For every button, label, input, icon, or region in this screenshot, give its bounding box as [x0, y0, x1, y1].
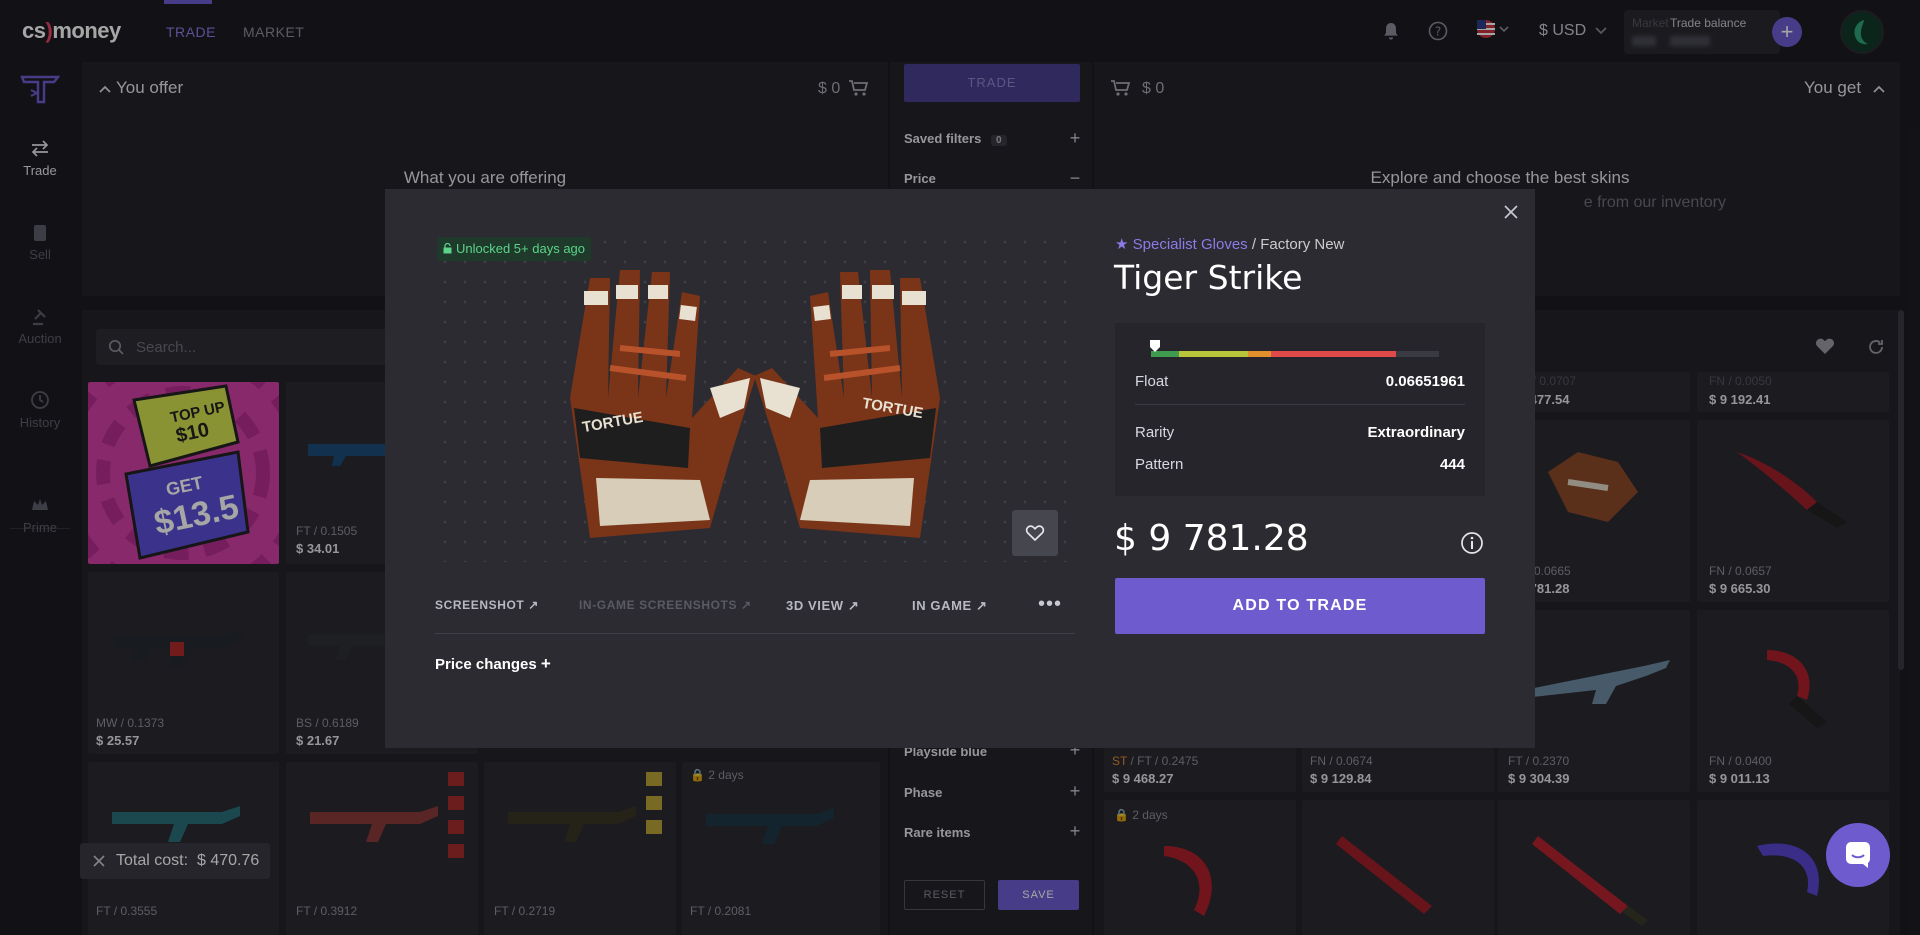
support-chat-button[interactable]	[1826, 823, 1890, 887]
more-options-icon[interactable]: •••	[1038, 593, 1062, 616]
rarity-label: Rarity	[1135, 424, 1175, 441]
lock-open-icon	[443, 243, 452, 254]
in-game-link[interactable]: IN GAME ↗	[912, 598, 988, 614]
star-icon: ★	[1115, 236, 1129, 253]
3d-view-link[interactable]: 3D VIEW ↗	[786, 598, 859, 614]
screenshot-link[interactable]: SCREENSHOT ↗	[435, 598, 539, 612]
float-label: Float	[1135, 373, 1169, 390]
item-condition: Factory New	[1260, 236, 1345, 253]
info-icon[interactable]	[1460, 531, 1484, 555]
float-marker-icon	[1150, 340, 1160, 352]
item-stats-box: Float 0.06651961 Rarity Extraordinary Pa…	[1115, 323, 1485, 496]
stats-divider	[1135, 404, 1465, 405]
close-icon[interactable]	[1503, 204, 1519, 220]
item-type-link[interactable]: Specialist Gloves	[1133, 236, 1248, 253]
modal-divider	[435, 633, 1075, 634]
favorite-button[interactable]	[1012, 510, 1058, 556]
rarity-value: Extraordinary	[1367, 424, 1465, 441]
unlock-label: Unlocked 5+ days ago	[456, 241, 586, 256]
price-changes-toggle[interactable]: Price changes +	[435, 654, 551, 674]
pattern-value: 444	[1439, 456, 1465, 473]
item-name: Tiger Strike	[1114, 258, 1303, 297]
in-game-screenshots-link[interactable]: IN-GAME SCREENSHOTS ↗	[579, 598, 752, 612]
float-scale	[1151, 351, 1439, 357]
item-breadcrumb: ★ Specialist Gloves / Factory New	[1115, 236, 1345, 253]
float-value: 0.06651961	[1385, 373, 1465, 390]
add-to-trade-button[interactable]: ADD TO TRADE	[1115, 578, 1485, 634]
pattern-label: Pattern	[1135, 456, 1184, 473]
item-price: $ 9 781.28	[1114, 518, 1309, 559]
